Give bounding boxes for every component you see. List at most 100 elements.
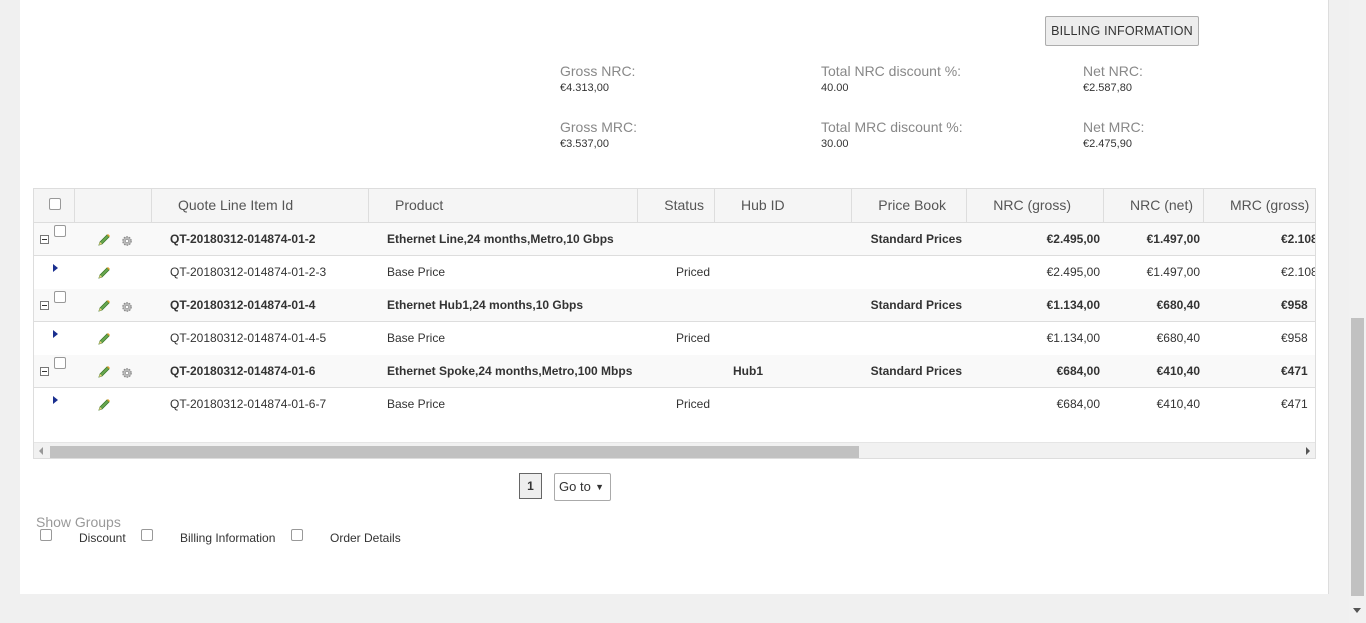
gross-nrc-label: Gross NRC:: [560, 63, 636, 79]
gear-icon[interactable]: [121, 366, 133, 384]
quote-line-item-id-cell[interactable]: QT-20180312-014874-01-2-3: [170, 256, 370, 289]
expand-arrow-icon[interactable]: [53, 396, 58, 404]
gross-mrc: Gross MRC: €3.537,00: [560, 119, 637, 150]
header-nrc-gross[interactable]: NRC (gross): [967, 189, 1104, 222]
vertical-scroll-thumb[interactable]: [1351, 318, 1364, 596]
billing-information-checkbox[interactable]: [141, 529, 153, 541]
mrc-gross-cell: €958: [1281, 298, 1308, 312]
chevron-down-icon: ▼: [595, 482, 604, 492]
header-mrc-gross[interactable]: MRC (gross): [1204, 189, 1315, 222]
discount-label: Discount: [79, 531, 126, 545]
hub-id-cell: Hub1: [733, 364, 763, 378]
collapse-minus-icon[interactable]: [40, 367, 49, 376]
price-book-cell: Standard Prices: [870, 232, 962, 246]
hub-id-cell: [733, 223, 843, 256]
nrc-gross-cell: €1.134,00: [1046, 331, 1100, 345]
table-row[interactable]: QT-20180312-014874-01-6-7 Base Price Price…: [34, 388, 1315, 421]
header-price-book[interactable]: Price Book: [852, 189, 967, 222]
header-quote-line-item-id[interactable]: Quote Line Item Id: [152, 189, 369, 222]
collapse-minus-icon[interactable]: [40, 301, 49, 310]
pencil-edit-icon[interactable]: [97, 398, 111, 417]
quote-panel: BILLING INFORMATION Gross NRC: €4.313,00…: [20, 0, 1329, 594]
mrc-gross-cell: €2.108: [1281, 232, 1316, 246]
select-all-checkbox[interactable]: [49, 198, 61, 210]
table-row[interactable]: QT-20180312-014874-01-2-3 Base Price Price…: [34, 256, 1315, 289]
group-row[interactable]: QT-20180312-014874-01-4 Ethernet Hub1,24 …: [34, 289, 1315, 322]
scroll-left-icon[interactable]: [39, 447, 43, 455]
nrc-net-cell: €680,40: [1156, 298, 1200, 312]
group-row[interactable]: QT-20180312-014874-01-6 Ethernet Spoke,24…: [34, 355, 1315, 388]
pencil-edit-icon[interactable]: [97, 332, 111, 351]
nrc-gross-cell: €2.495,00: [1046, 265, 1100, 279]
net-mrc-value: €2.475,90: [1083, 138, 1132, 150]
total-nrc-discount: Total NRC discount %: 40.00: [821, 63, 961, 94]
nrc-gross-cell: €2.495,00: [1046, 232, 1100, 246]
select-all-cell: [34, 189, 75, 222]
header-hub-id[interactable]: Hub ID: [715, 189, 852, 222]
billing-information-button[interactable]: BILLING INFORMATION: [1045, 16, 1199, 46]
actions-header: [75, 189, 152, 222]
collapse-minus-icon[interactable]: [40, 235, 49, 244]
quote-line-item-id-cell[interactable]: QT-20180312-014874-01-6: [170, 355, 370, 388]
total-nrc-discount-label: Total NRC discount %:: [821, 63, 962, 79]
discount-checkbox[interactable]: [40, 529, 52, 541]
scroll-right-icon[interactable]: [1306, 447, 1310, 455]
product-cell: Base Price: [387, 265, 446, 279]
table-row[interactable]: QT-20180312-014874-01-4-5 Base Price Price…: [34, 322, 1315, 355]
order-details-checkbox[interactable]: [291, 529, 303, 541]
quote-line-item-id-cell[interactable]: QT-20180312-014874-01-4-5: [170, 322, 370, 355]
quote-line-item-id-cell[interactable]: QT-20180312-014874-01-6-7: [170, 388, 370, 421]
pencil-edit-icon[interactable]: [97, 299, 111, 318]
product-cell: Base Price: [387, 331, 446, 345]
product-cell: Ethernet Line,24 months,Metro,10 Gbps: [387, 232, 614, 246]
gear-icon[interactable]: [121, 300, 133, 318]
page-number-button[interactable]: 1: [519, 473, 542, 499]
horizontal-scrollbar[interactable]: [34, 442, 1315, 458]
header-status[interactable]: Status: [638, 189, 715, 222]
status-cell: Priced: [675, 397, 710, 411]
price-book-cell: Standard Prices: [870, 364, 962, 378]
header-product[interactable]: Product: [369, 189, 638, 222]
hub-id-cell: [733, 322, 843, 355]
mrc-gross-cell: €2.108: [1281, 265, 1316, 279]
grid-header: Quote Line Item Id Product Status Hub ID…: [34, 189, 1315, 223]
group-row[interactable]: QT-20180312-014874-01-2 Ethernet Line,24 …: [34, 223, 1315, 256]
total-nrc-discount-value: 40.00: [821, 82, 849, 94]
hub-id-cell: [733, 256, 843, 289]
hub-id-cell: [733, 388, 843, 421]
show-groups-title: Show Groups: [36, 514, 121, 530]
pencil-edit-icon[interactable]: [97, 233, 111, 252]
quote-line-item-id-cell[interactable]: QT-20180312-014874-01-2: [170, 223, 370, 256]
price-book-cell: [852, 256, 962, 289]
vertical-scrollbar[interactable]: [1349, 0, 1366, 623]
status-cell: [638, 223, 710, 256]
gross-nrc-value: €4.313,00: [560, 82, 609, 94]
net-mrc-label: Net MRC:: [1083, 119, 1145, 135]
header-nrc-net[interactable]: NRC (net): [1104, 189, 1204, 222]
nrc-net-cell: €410,40: [1156, 364, 1200, 378]
expand-arrow-icon[interactable]: [53, 264, 58, 272]
status-cell: [638, 355, 710, 388]
pencil-edit-icon[interactable]: [97, 266, 111, 285]
row-checkbox[interactable]: [54, 357, 66, 369]
price-book-cell: Standard Prices: [870, 298, 962, 312]
nrc-gross-cell: €684,00: [1056, 364, 1100, 378]
net-nrc: Net NRC: €2.587,80: [1083, 63, 1143, 94]
gross-mrc-value: €3.537,00: [560, 138, 609, 150]
total-mrc-discount-label: Total MRC discount %:: [821, 119, 963, 135]
nrc-gross-cell: €684,00: [1056, 397, 1100, 411]
goto-label: Go to: [559, 479, 591, 494]
quote-line-item-id-cell[interactable]: QT-20180312-014874-01-4: [170, 289, 370, 322]
scroll-down-icon[interactable]: [1353, 608, 1361, 613]
price-book-cell: [852, 322, 962, 355]
pencil-edit-icon[interactable]: [97, 365, 111, 384]
order-details-label: Order Details: [330, 531, 401, 545]
goto-select[interactable]: Go to ▼: [554, 473, 611, 501]
gear-icon[interactable]: [121, 234, 133, 252]
row-checkbox[interactable]: [54, 225, 66, 237]
mrc-gross-cell: €471: [1281, 397, 1308, 411]
row-checkbox[interactable]: [54, 291, 66, 303]
horizontal-scroll-thumb[interactable]: [50, 446, 859, 458]
status-cell: Priced: [675, 331, 710, 345]
expand-arrow-icon[interactable]: [53, 330, 58, 338]
